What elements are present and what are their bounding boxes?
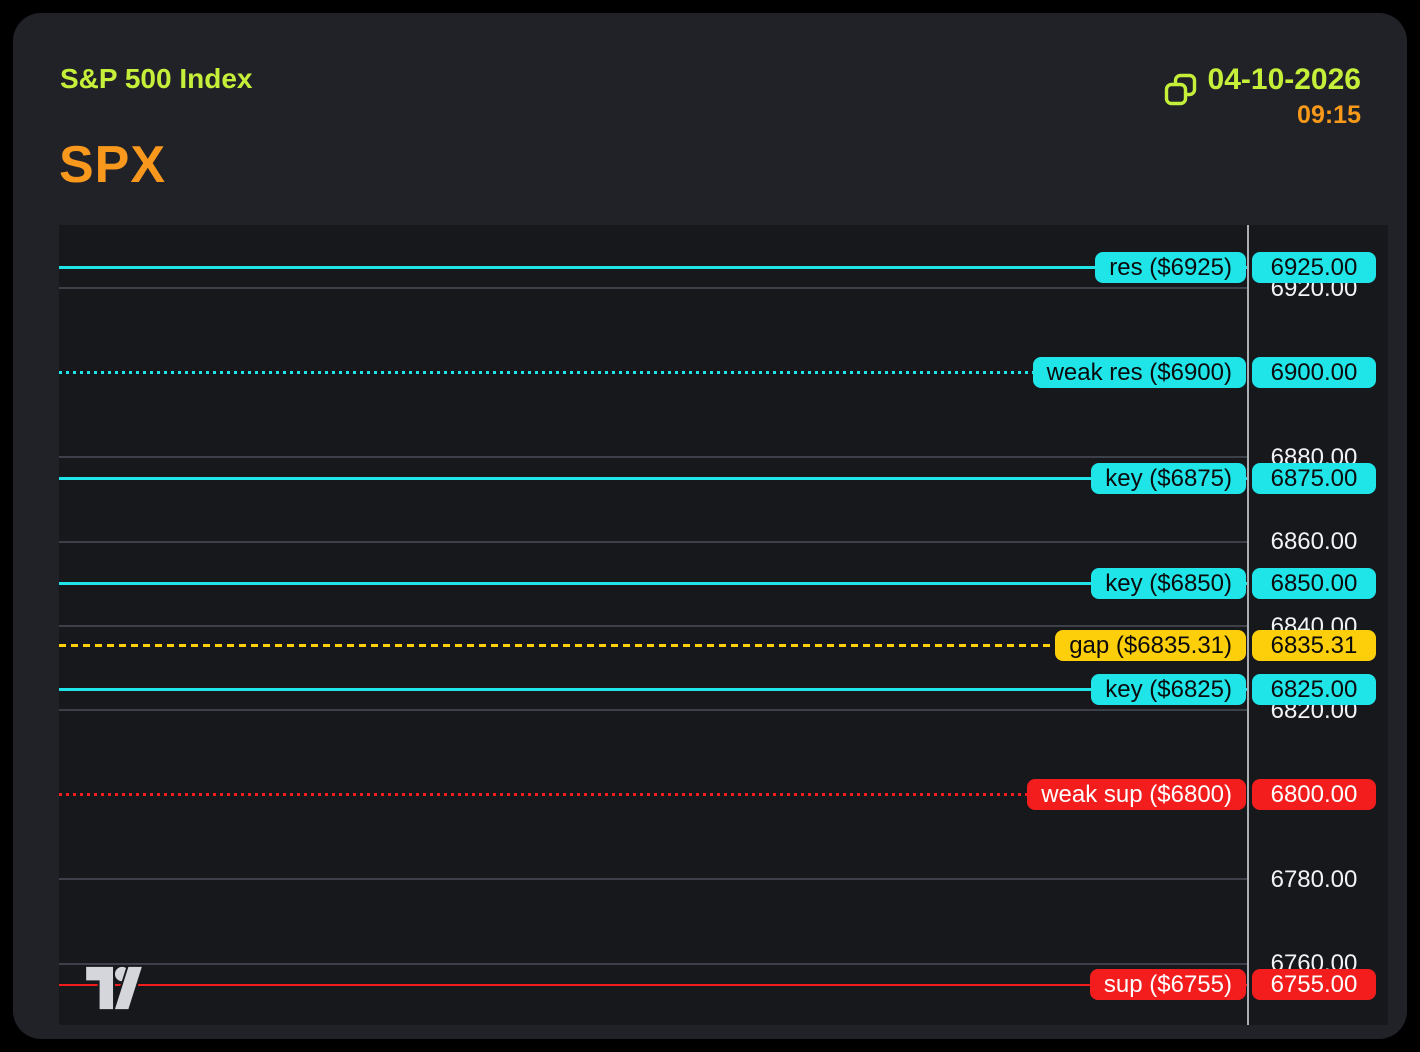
price-axis-divider[interactable]	[1247, 225, 1249, 1025]
level-flag[interactable]: gap ($6835.31)	[1055, 630, 1246, 662]
chart-panel: S&P 500 Index SPX 04-10-2026 09:15 6920.…	[13, 13, 1407, 1039]
grid-line	[59, 709, 1248, 712]
price-badge[interactable]: 6900.00	[1252, 357, 1376, 389]
level-flag[interactable]: res ($6925)	[1095, 251, 1246, 283]
price-badge[interactable]: 6755.00	[1252, 969, 1376, 1001]
grid-price-label: 6780.00	[1270, 865, 1358, 893]
level-line[interactable]	[59, 582, 1248, 586]
grid-line	[59, 962, 1248, 965]
level-line[interactable]	[59, 265, 1248, 269]
date-label: 04-10-2026	[1207, 63, 1361, 96]
level-line[interactable]	[59, 983, 1248, 987]
index-title: S&P 500 Index	[60, 63, 253, 94]
chart-area[interactable]: 6920.00 6880.00 6860.00 6840.00 6820.00 6780.…	[59, 225, 1388, 1025]
price-badge[interactable]: 6800.00	[1252, 779, 1376, 811]
symbol-ticker: SPX	[59, 136, 167, 194]
time-label: 09:15	[1297, 101, 1361, 129]
grid-line	[59, 540, 1248, 543]
grid-price-label: 6860.00	[1270, 528, 1358, 556]
tradingview-logo-icon[interactable]	[83, 964, 145, 1012]
level-flag[interactable]: weak res ($6900)	[1032, 357, 1246, 389]
price-badge[interactable]: 6835.31	[1252, 630, 1376, 662]
grid-line	[59, 287, 1248, 290]
level-flag[interactable]: key ($6825)	[1091, 673, 1246, 705]
level-flag[interactable]: sup ($6755)	[1089, 969, 1246, 1001]
grid-line	[59, 878, 1248, 881]
level-line[interactable]	[59, 476, 1248, 480]
price-badge[interactable]: 6825.00	[1252, 673, 1376, 705]
level-flag[interactable]: key ($6850)	[1091, 568, 1246, 600]
grid-line	[59, 625, 1248, 628]
screen: S&P 500 Index SPX 04-10-2026 09:15 6920.…	[0, 0, 1420, 1052]
price-badge[interactable]: 6875.00	[1252, 462, 1376, 494]
level-flag[interactable]: weak sup ($6800)	[1027, 779, 1246, 811]
level-line[interactable]	[59, 687, 1248, 691]
grid-line	[59, 456, 1248, 459]
copy-icon[interactable]	[1163, 72, 1199, 108]
price-badge[interactable]: 6925.00	[1252, 251, 1376, 283]
level-flag[interactable]: key ($6875)	[1091, 462, 1246, 494]
price-badge[interactable]: 6850.00	[1252, 568, 1376, 600]
